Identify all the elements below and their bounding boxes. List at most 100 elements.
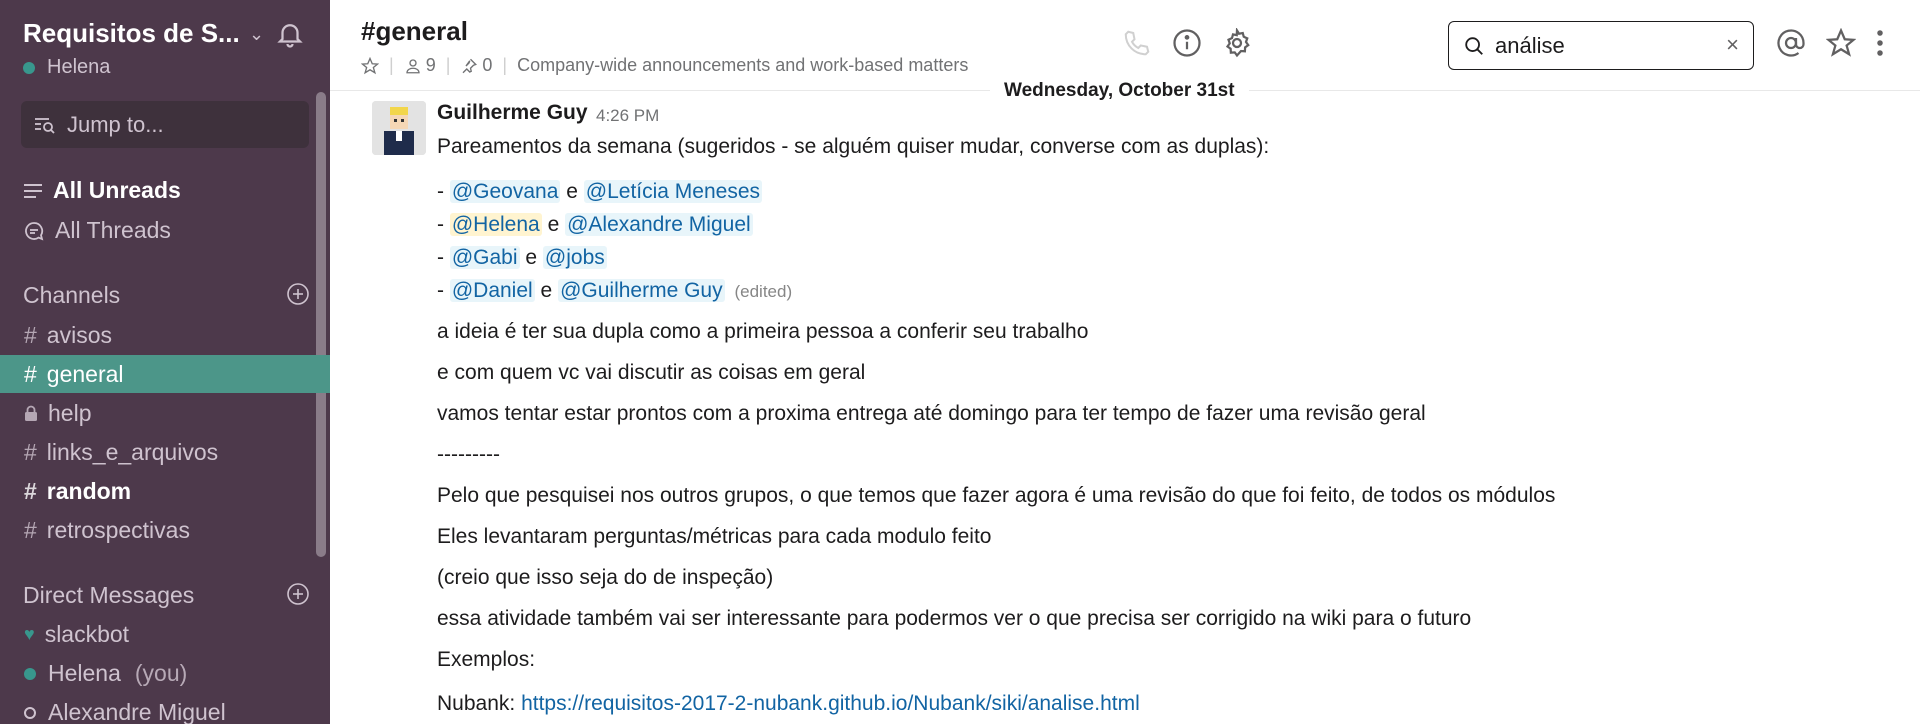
hash-icon: # [24, 360, 37, 387]
lock-icon [25, 405, 37, 421]
conjunction: e [525, 246, 538, 269]
channel-general[interactable]: # general [0, 355, 330, 393]
channel-name: random [46, 477, 132, 504]
pins-count-value: 0 [482, 55, 493, 75]
hash-icon: # [24, 477, 37, 504]
dm-name: Helena [48, 660, 121, 686]
message-line: Eles levantaram perguntas/métricas para … [437, 525, 992, 548]
presence-away-icon [24, 706, 36, 719]
conjunction: e [540, 279, 553, 302]
threads-icon [25, 221, 44, 240]
message-time[interactable]: 4:26 PM [596, 106, 659, 126]
message-link[interactable]: https://requisitos-2017-2-nubank.github.… [521, 692, 1140, 715]
channel-avisos[interactable]: # avisos [0, 316, 330, 354]
team-header[interactable]: Requisitos de S... ⌄ [23, 18, 313, 49]
link-prefix: Nubank: [437, 692, 516, 715]
hash-icon: # [24, 438, 37, 465]
user-mention[interactable]: @Gabi [449, 246, 520, 269]
clear-search-icon[interactable]: × [1726, 32, 1739, 58]
channels-section-title[interactable]: Channels [23, 282, 120, 309]
pins-count[interactable]: 0 [460, 55, 492, 76]
dm-name: Alexandre Miguel [48, 699, 226, 724]
conjunction: e [547, 213, 560, 236]
current-user-name: Helena [47, 56, 111, 78]
message-link-line: Nubank: https://requisitos-2017-2-nubank… [437, 692, 1140, 716]
user-mention-self[interactable]: @Helena [449, 213, 542, 236]
member-icon [406, 58, 420, 73]
search-input[interactable] [1495, 32, 1705, 59]
dm-name: slackbot [44, 621, 130, 647]
hash-icon: # [24, 321, 37, 348]
dash: - [437, 279, 444, 302]
user-mention[interactable]: @Letícia Meneses [583, 180, 763, 203]
pair-line: - @Gabi e @jobs [437, 246, 607, 270]
dm-alexandre-miguel[interactable]: Alexandre Miguel [24, 699, 226, 724]
add-dm-icon[interactable] [286, 582, 310, 606]
presence-active-icon [24, 667, 36, 680]
avatar[interactable] [372, 101, 426, 155]
message-author[interactable]: Guilherme Guy [437, 101, 588, 125]
channel-retrospectivas[interactable]: # retrospectivas [0, 511, 330, 549]
channel-random[interactable]: # random [0, 472, 330, 510]
search-icon [1465, 36, 1483, 55]
phone-icon[interactable] [1122, 28, 1152, 58]
message-line: vamos tentar estar prontos com a proxima… [437, 402, 1426, 425]
jump-to-label: Jump to... [67, 111, 164, 137]
user-mention[interactable]: @Alexandre Miguel [565, 213, 753, 236]
nav-label: All Threads [55, 217, 171, 243]
gear-icon[interactable] [1222, 28, 1252, 58]
divider: | [502, 55, 508, 75]
pair-line: - @Daniel e @Guilherme Guy (edited) [437, 279, 792, 303]
presence-active-icon [23, 61, 35, 74]
dm-slackbot[interactable]: ♥ slackbot [24, 621, 129, 648]
jump-to-icon [35, 117, 55, 134]
starred-icon[interactable] [1826, 28, 1856, 58]
members-count-value: 9 [425, 55, 436, 75]
jump-to-button[interactable]: Jump to... [21, 101, 309, 148]
channel-meta: | 9 | 0 | Company-wide announcements and… [361, 55, 968, 76]
channel-title[interactable]: #general [361, 16, 468, 47]
info-icon[interactable] [1172, 28, 1202, 58]
mentions-icon[interactable] [1776, 28, 1806, 58]
star-icon[interactable] [361, 56, 379, 75]
user-mention[interactable]: @Guilherme Guy [558, 279, 725, 302]
user-mention[interactable]: @jobs [542, 246, 607, 269]
channel-name: retrospectivas [46, 516, 190, 543]
channel-topic[interactable]: Company-wide announcements and work-base… [517, 55, 968, 76]
more-icon[interactable] [1870, 28, 1890, 58]
date-divider: Wednesday, October 31st [990, 80, 1249, 102]
unreads-icon [24, 183, 42, 198]
channel-name: general [46, 360, 124, 387]
current-user[interactable]: Helena [23, 56, 110, 79]
heart-icon: ♥ [24, 624, 35, 644]
dm-section-title[interactable]: Direct Messages [23, 582, 194, 609]
search-box[interactable]: × [1448, 21, 1754, 70]
message-line: e com quem vc vai discutir as coisas em … [437, 361, 866, 384]
divider: | [445, 55, 451, 75]
sidebar: Requisitos de S... ⌄ Helena Jump to... A… [0, 0, 330, 724]
members-count[interactable]: 9 [404, 55, 436, 76]
user-mention[interactable]: @Daniel [449, 279, 535, 302]
nav-all-unreads[interactable]: All Unreads [23, 177, 181, 204]
avatar-image [372, 101, 426, 155]
hash-icon: # [24, 516, 37, 543]
nav-all-threads[interactable]: All Threads [23, 217, 171, 244]
conjunction: e [566, 180, 578, 203]
message-line: essa atividade também vai ser interessan… [437, 607, 1472, 630]
user-mention[interactable]: @Geovana [449, 180, 561, 203]
chevron-down-icon[interactable]: ⌄ [249, 24, 264, 45]
dash: - [437, 213, 444, 236]
channel-name: links_e_arquivos [46, 438, 219, 465]
add-channel-icon[interactable] [286, 282, 310, 306]
dm-helena[interactable]: Helena (you) [24, 660, 187, 687]
channel-links-e-arquivos[interactable]: # links_e_arquivos [0, 433, 330, 471]
team-name[interactable]: Requisitos de S... [23, 18, 240, 49]
nav-label: All Unreads [53, 177, 181, 203]
dash: - [437, 180, 444, 203]
bell-icon[interactable] [275, 18, 305, 50]
message-intro: Pareamentos da semana (sugeridos - se al… [437, 135, 1270, 158]
message-line: Pelo que pesquisei nos outros grupos, o … [437, 484, 1556, 507]
main-panel: #general | 9 | 0 | Company-wide announce… [330, 0, 1920, 724]
message-line: Exemplos: [437, 648, 536, 671]
channel-help[interactable]: help [0, 394, 330, 432]
